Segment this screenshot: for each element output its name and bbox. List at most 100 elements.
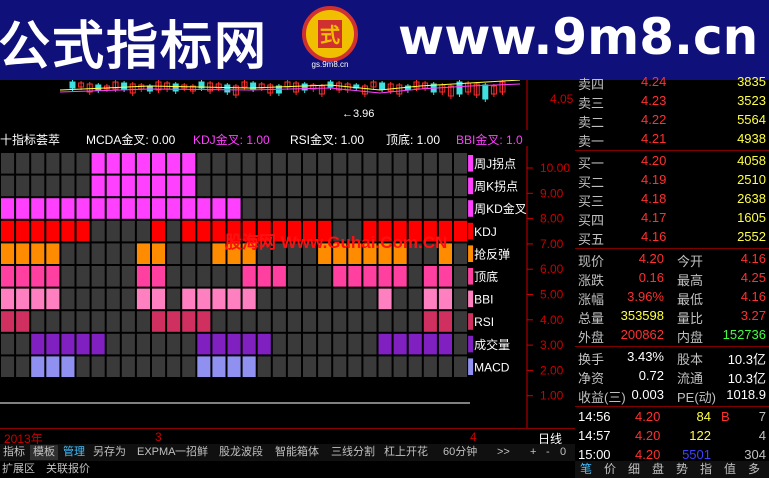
grid-cell bbox=[121, 266, 135, 287]
grid-cell bbox=[1, 311, 15, 332]
grid-cell bbox=[378, 311, 392, 332]
grid-row-label: 成交量 bbox=[474, 337, 510, 352]
grid-cell bbox=[1, 266, 15, 287]
tab-2[interactable]: 管理 bbox=[60, 445, 88, 460]
tab-related-quote[interactable]: 关联报价 bbox=[46, 461, 90, 478]
candle-body bbox=[146, 85, 153, 92]
grid-row-label: 抢反弹 bbox=[474, 246, 510, 261]
price-chart bbox=[0, 80, 528, 130]
grid-cell bbox=[152, 356, 166, 377]
quote-row: 涨幅 3.96% 最低 4.16 bbox=[575, 288, 769, 307]
grid-cell bbox=[182, 175, 196, 197]
tab-12[interactable]: + bbox=[527, 445, 539, 460]
grid-cell bbox=[197, 333, 211, 355]
grid-cell bbox=[287, 356, 301, 377]
grid-cell bbox=[393, 288, 407, 310]
tab-3[interactable]: 另存为 bbox=[90, 445, 129, 460]
tab-13[interactable]: - bbox=[543, 445, 553, 460]
grid-cell bbox=[152, 243, 166, 264]
right-tab-4[interactable]: 势 bbox=[676, 461, 688, 478]
grid-cell bbox=[197, 198, 211, 219]
grid-cell bbox=[348, 266, 362, 287]
tab-extension[interactable]: 扩展区 bbox=[2, 461, 35, 478]
grid-cell bbox=[76, 266, 90, 287]
grid-row-label: 周K拐点 bbox=[474, 179, 518, 194]
grid-cell bbox=[287, 333, 301, 355]
grid-cell bbox=[46, 175, 60, 197]
grid-cell bbox=[16, 266, 30, 287]
right-tab-6[interactable]: 值 bbox=[724, 461, 736, 478]
quote-value: 3.43% bbox=[627, 349, 664, 364]
grid-cell bbox=[152, 198, 166, 219]
tab-9[interactable]: 杠上开花 bbox=[381, 445, 431, 460]
tab-14[interactable]: 0 bbox=[557, 445, 569, 460]
right-tab-0[interactable]: 笔 bbox=[580, 461, 592, 478]
quote-label-2: 流通 bbox=[677, 371, 704, 386]
y-tick-label: 4.00 bbox=[540, 313, 564, 327]
right-tab-5[interactable]: 指 bbox=[700, 461, 712, 478]
tick-volume: 84 bbox=[696, 409, 711, 424]
bid-row: 买二 4.19 2510 bbox=[575, 171, 769, 190]
grid-cell bbox=[363, 175, 377, 197]
logo-char: 式 bbox=[320, 23, 340, 47]
tab-5[interactable]: 一招鲜 bbox=[172, 445, 211, 460]
grid-cell bbox=[393, 153, 407, 174]
tab-10[interactable]: 60分钟 bbox=[440, 445, 480, 460]
indicator-grid: 周J拐点周K拐点周KD金叉 KDJ 抢反弹顶底 BBI RSI 成交量 MACD 10.00 9… bbox=[0, 146, 570, 428]
banner-site-url: www.9m8.cn bbox=[398, 8, 759, 66]
grid-row-marker bbox=[468, 335, 474, 353]
grid-cell bbox=[167, 288, 181, 310]
grid-cell bbox=[31, 356, 45, 377]
grid-cell bbox=[303, 311, 317, 332]
y-tick-label: 8.00 bbox=[540, 212, 564, 226]
grid-cell bbox=[393, 356, 407, 377]
grid-row-label: 顶底 bbox=[474, 269, 498, 284]
right-tab-2[interactable]: 细 bbox=[628, 461, 640, 478]
tab-1[interactable]: 模板 bbox=[30, 445, 58, 460]
grid-cell bbox=[348, 175, 362, 197]
tick-price: 4.20 bbox=[635, 428, 661, 443]
grid-cell bbox=[242, 198, 256, 219]
quote-row-2: 换手 3.43% 股本 10.3亿 bbox=[575, 348, 769, 367]
bid-row: 买四 4.17 1605 bbox=[575, 209, 769, 228]
grid-cell bbox=[46, 288, 60, 310]
grid-cell bbox=[333, 266, 347, 287]
grid-cell bbox=[303, 153, 317, 174]
grid-cell bbox=[454, 220, 468, 242]
grid-cell bbox=[61, 243, 75, 264]
grid-cell bbox=[91, 153, 105, 174]
tick-volume: 122 bbox=[689, 428, 711, 443]
quote-row-2: 净资 0.72 流通 10.3亿 bbox=[575, 367, 769, 386]
grid-cell bbox=[167, 356, 181, 377]
right-tab-3[interactable]: 盘 bbox=[652, 461, 664, 478]
ask-label: 卖二 bbox=[578, 115, 605, 130]
grid-cell bbox=[454, 311, 468, 332]
time-axis: 2013年 3 4 日线 bbox=[0, 428, 575, 446]
grid-cell bbox=[212, 356, 226, 377]
tab-7[interactable]: 智能箱体 bbox=[272, 445, 322, 460]
tab-0[interactable]: 指标 bbox=[0, 445, 28, 460]
separator bbox=[575, 150, 769, 151]
grid-cell bbox=[393, 198, 407, 219]
grid-cell bbox=[1, 356, 15, 377]
right-tab-1[interactable]: 价 bbox=[604, 461, 616, 478]
grid-cell bbox=[136, 266, 150, 287]
quote-row-2: 收益(三) 0.003 PE(动) 1018.9 bbox=[575, 386, 769, 405]
candle-body bbox=[95, 84, 102, 91]
grid-cell bbox=[106, 175, 120, 197]
grid-cell bbox=[167, 333, 181, 355]
tab-11[interactable]: >> bbox=[494, 445, 513, 460]
tab-8[interactable]: 三线分割 bbox=[328, 445, 378, 460]
grid-cell bbox=[257, 266, 271, 287]
grid-cell bbox=[393, 311, 407, 332]
grid-cell bbox=[333, 356, 347, 377]
grid-cell bbox=[333, 198, 347, 219]
grid-cell bbox=[152, 288, 166, 310]
separator bbox=[575, 346, 769, 347]
grid-cell bbox=[136, 175, 150, 197]
bottom-tab-bar: 扩展区 关联报价 bbox=[0, 461, 575, 478]
right-tab-7[interactable]: 多 bbox=[748, 461, 760, 478]
chart-area[interactable]: 4.05 ←3.96 十指标荟萃 MCDA金叉: 0.00 KDJ金叉: 1.0… bbox=[0, 80, 575, 428]
grid-cell bbox=[31, 333, 45, 355]
tab-6[interactable]: 股龙波段 bbox=[216, 445, 266, 460]
